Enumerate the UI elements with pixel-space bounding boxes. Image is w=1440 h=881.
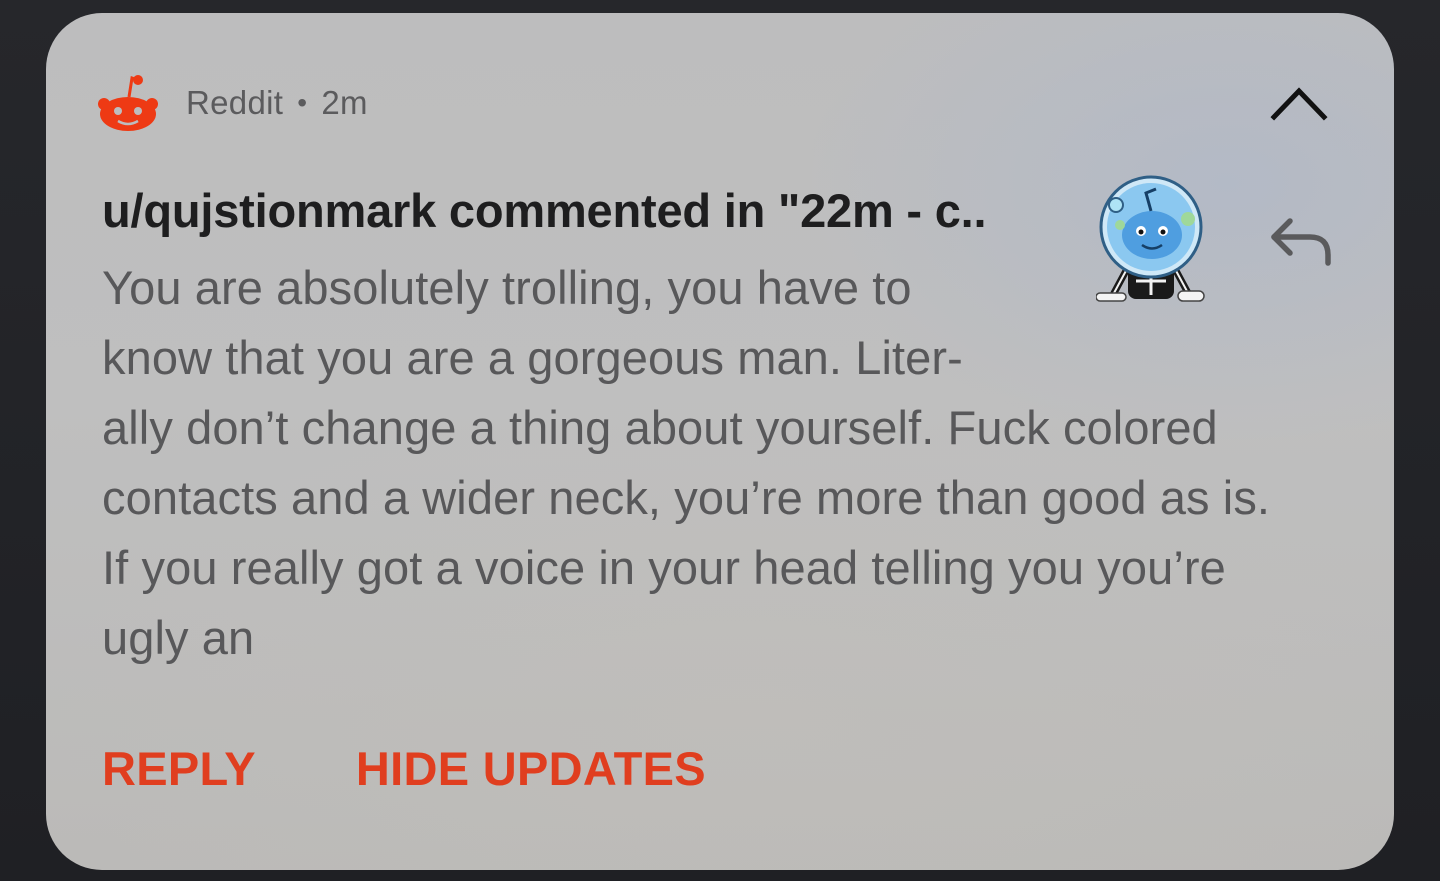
body-line: contacts and a wider neck, you’re more t… (102, 471, 1271, 524)
reddit-snoo-icon (98, 75, 158, 131)
body-line: know that you are a gorgeous man. Liter- (102, 331, 963, 384)
notification-actions: REPLY HIDE UPDATES (102, 741, 706, 796)
body-line: ugly an (102, 611, 255, 664)
reddit-notification-card[interactable]: Reddit • 2m u/qujstionmark commented in … (46, 13, 1394, 870)
collapse-chevron-up-icon[interactable] (1268, 81, 1330, 125)
app-name: Reddit (186, 84, 284, 121)
notification-header: Reddit • 2m (98, 73, 368, 133)
notification-body: You are absolutely trolling, you have to… (102, 253, 1270, 673)
user-avatar (1096, 175, 1205, 302)
body-line: You are absolutely trolling, you have to (102, 261, 912, 314)
reply-arrow-icon[interactable] (1268, 213, 1336, 269)
body-line: ally don’t change a thing about yourself… (102, 401, 1218, 454)
notification-time: 2m (321, 84, 368, 121)
notification-shade: Reddit • 2m u/qujstionmark commented in … (0, 0, 1440, 881)
notification-title: u/qujstionmark commented in "22m - c.. (102, 184, 987, 237)
reply-button[interactable]: REPLY (102, 741, 256, 796)
body-line: If you really got a voice in your head t… (102, 541, 1226, 594)
hide-updates-button[interactable]: HIDE UPDATES (356, 741, 706, 796)
meta-separator: • (297, 87, 308, 118)
